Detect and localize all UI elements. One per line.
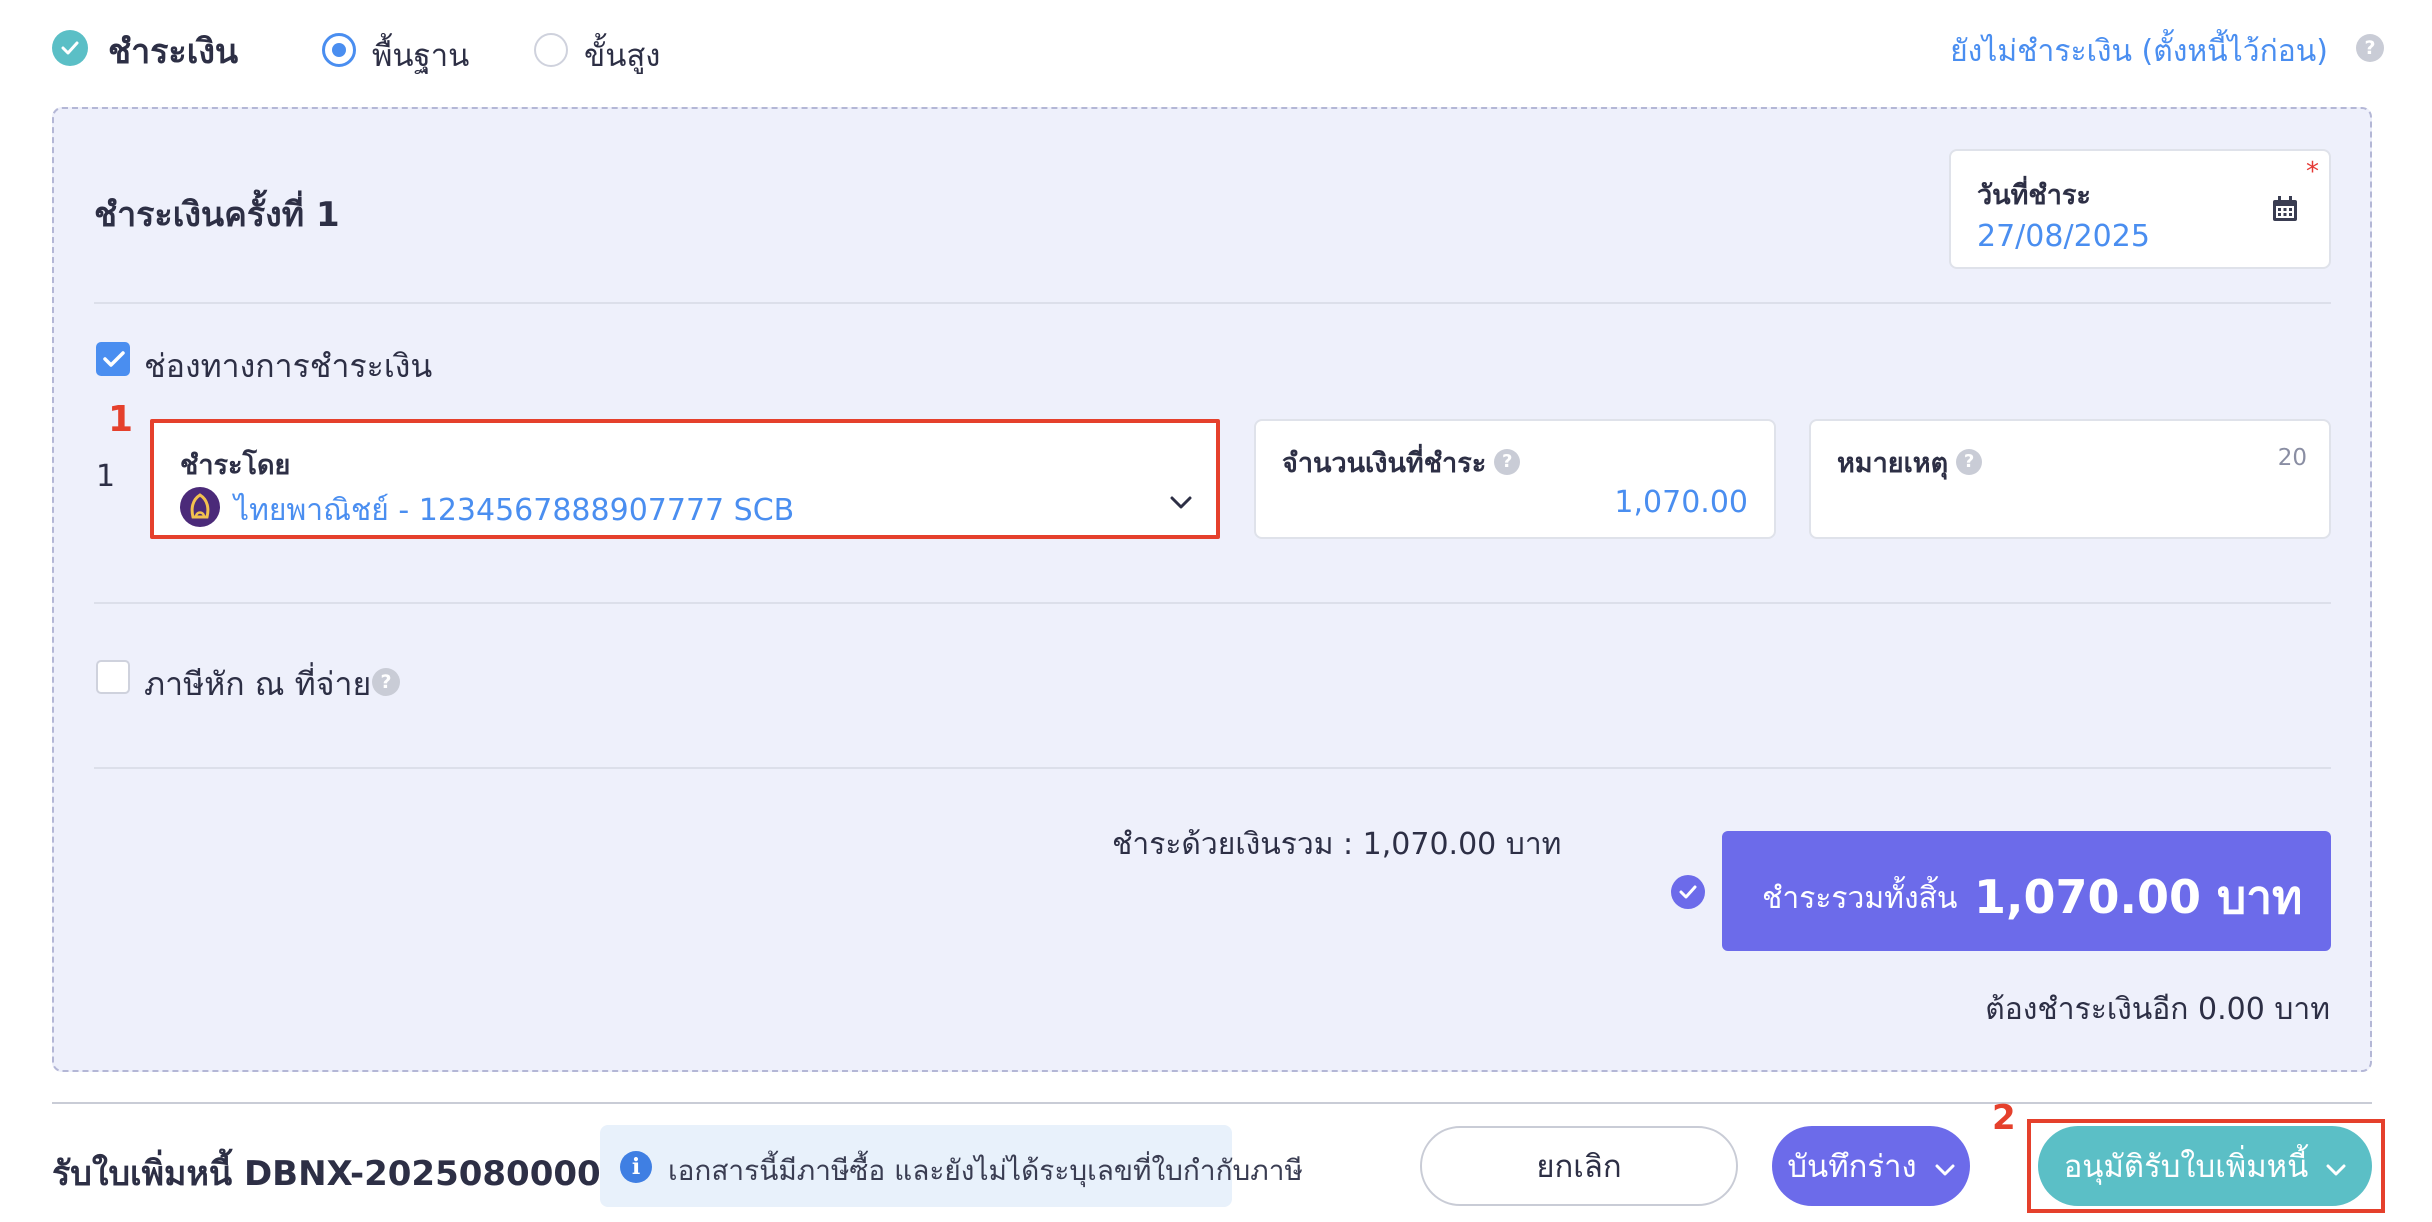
save-draft-label: บันทึกร่าง	[1787, 1149, 1917, 1185]
remaining-amount: ต้องชำระเงินอีก 0.00 บาท	[1985, 992, 2330, 1027]
radio-basic[interactable]	[322, 33, 356, 67]
payment-round-title: ชำระเงินครั้งที่ 1	[94, 195, 340, 235]
total-label: ชำระรวมทั้งสิ้น	[1762, 881, 1958, 916]
not-paid-link[interactable]: ยังไม่ชำระเงิน (ตั้งหนี้ไว้ก่อน)	[1950, 28, 2328, 75]
help-icon[interactable]: ?	[372, 668, 400, 696]
scb-bank-icon	[180, 487, 220, 527]
total-check-icon	[1671, 875, 1705, 909]
total-value: 1,070.00 บาท	[1974, 870, 2303, 924]
payment-title: ชำระเงิน	[108, 32, 239, 72]
note-label-text: หมายเหตุ	[1837, 448, 1949, 479]
amount-label: จำนวนเงินที่ชำระ?	[1282, 441, 1521, 484]
amount-field[interactable]: จำนวนเงินที่ชำระ? 1,070.00	[1254, 419, 1776, 539]
note-field[interactable]: หมายเหตุ? 20	[1809, 419, 2331, 539]
approve-label: อนุมัติรับใบเพิ่มหนี้	[2063, 1149, 2309, 1185]
withholding-tax-checkbox[interactable]	[96, 660, 130, 694]
note-label: หมายเหตุ?	[1837, 441, 1983, 484]
chevron-down-icon[interactable]	[1170, 495, 1192, 514]
required-mark: *	[2306, 157, 2319, 187]
info-text: เอกสารนี้มีภาษีซื้อ และยังไม่ได้ระบุเลขท…	[668, 1154, 1303, 1187]
annotation-2: 2	[1992, 1098, 2016, 1138]
approve-debit-note-button[interactable]: อนุมัติรับใบเพิ่มหนี้	[2038, 1126, 2372, 1206]
amount-value[interactable]: 1,070.00	[1614, 485, 1748, 520]
payment-date-field[interactable]: วันที่ชำระ * 27/08/2025	[1949, 149, 2331, 269]
document-title: รับใบเพิ่มหนี้ DBNX-20250800004	[52, 1154, 625, 1194]
calendar-icon[interactable]	[2271, 195, 2299, 227]
help-icon[interactable]: ?	[1956, 448, 1983, 475]
radio-basic-label[interactable]: พื้นฐาน	[372, 30, 469, 80]
chevron-down-icon	[1935, 1148, 1955, 1184]
save-draft-button[interactable]: บันทึกร่าง	[1772, 1126, 1970, 1206]
payment-channel-label[interactable]: ช่องทางการชำระเงิน	[144, 341, 432, 392]
payment-header: ชำระเงิน พื้นฐาน ขั้นสูง ยังไม่ชำระเงิน …	[0, 0, 2432, 100]
pay-by-select[interactable]: ชำระโดย ไทยพาณิชย์ - 1234567888907777 SC…	[150, 419, 1220, 539]
radio-advanced[interactable]	[534, 33, 568, 67]
footer-divider	[52, 1102, 2372, 1104]
row-number: 1	[96, 459, 116, 494]
divider	[94, 302, 2331, 304]
annotation-1: 1	[108, 399, 134, 440]
tax-info-banner: i เอกสารนี้มีภาษีซื้อ และยังไม่ได้ระบุเล…	[600, 1125, 1303, 1207]
total-summary: ชำระรวมทั้งสิ้น 1,070.00 บาท	[1722, 831, 2331, 951]
payment-panel: ชำระเงินครั้งที่ 1 วันที่ชำระ * 27/08/20…	[52, 107, 2372, 1072]
pay-by-label: ชำระโดย	[180, 450, 291, 481]
amount-label-text: จำนวนเงินที่ชำระ	[1282, 448, 1487, 479]
pay-by-value[interactable]: ไทยพาณิชย์ - 1234567888907777 SCB	[234, 487, 794, 534]
cancel-button-label: ยกเลิก	[1536, 1149, 1622, 1185]
help-icon[interactable]: ?	[2356, 34, 2384, 62]
note-char-counter: 20	[2277, 445, 2307, 471]
help-icon[interactable]: ?	[1494, 448, 1521, 475]
sum-line: ชำระด้วยเงินรวม : 1,070.00 บาท	[1112, 827, 1562, 862]
radio-advanced-label[interactable]: ขั้นสูง	[584, 30, 660, 80]
payment-check-icon	[52, 30, 88, 66]
divider	[94, 602, 2331, 604]
cancel-button[interactable]: ยกเลิก	[1420, 1126, 1738, 1206]
payment-date-value[interactable]: 27/08/2025	[1977, 219, 2150, 254]
chevron-down-icon	[2326, 1148, 2346, 1184]
withholding-tax-label[interactable]: ภาษีหัก ณ ที่จ่าย	[144, 659, 371, 710]
divider	[94, 767, 2331, 769]
payment-date-label: วันที่ชำระ	[1977, 180, 2091, 211]
payment-channel-checkbox[interactable]	[96, 342, 130, 376]
info-icon: i	[620, 1151, 652, 1183]
